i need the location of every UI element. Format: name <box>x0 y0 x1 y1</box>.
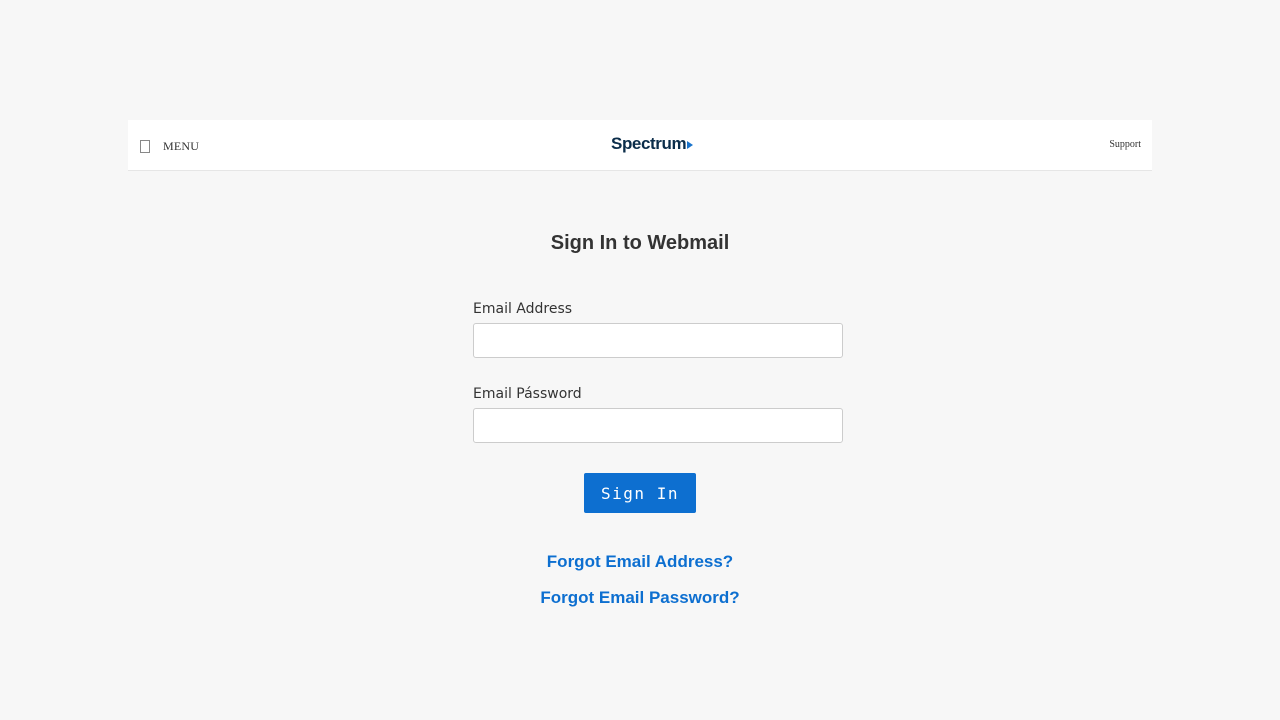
forgot-email-link[interactable]: Forgot Email Address? <box>547 552 733 572</box>
forgot-email-link-row: Forgot Email Address? <box>0 552 1280 572</box>
email-field-group: Email Address <box>473 300 843 358</box>
password-field-group: Email Pássword <box>473 385 843 443</box>
spectrum-logo[interactable]: Spectrum <box>611 134 694 154</box>
menu-button[interactable]: MENU <box>140 139 199 154</box>
password-input[interactable] <box>473 408 843 443</box>
email-label: Email Address <box>473 301 573 317</box>
forgot-password-link-row: Forgot Email Password? <box>0 588 1280 608</box>
password-label: Email Pássword <box>473 386 582 402</box>
menu-label: MENU <box>163 139 200 153</box>
email-input[interactable] <box>473 323 843 358</box>
sign-in-button[interactable]: Sign In <box>584 473 696 513</box>
sign-in-form: Email Address Email Pássword <box>473 300 843 443</box>
page-title: Sign In to Webmail <box>550 232 730 254</box>
support-link[interactable]: Support <box>1109 139 1141 150</box>
menu-icon <box>140 140 150 153</box>
top-nav-bar: MENU Spectrum Support <box>128 120 1152 171</box>
forgot-password-link[interactable]: Forgot Email Password? <box>540 588 739 608</box>
logo-text: Spectrum <box>611 134 687 153</box>
play-arrow-icon <box>687 141 694 149</box>
